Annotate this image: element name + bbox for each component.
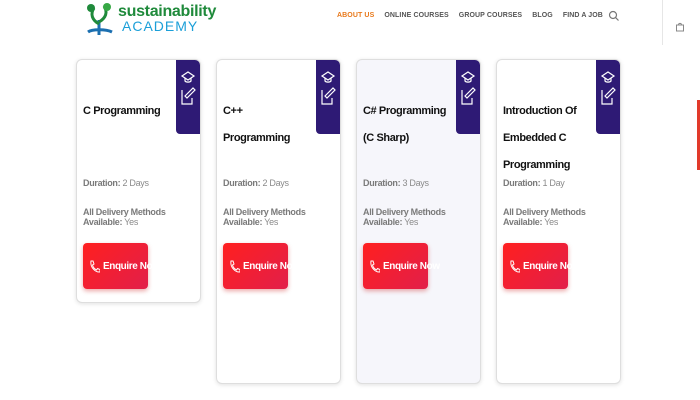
course-card[interactable]: C# Programming (C Sharp) Duration: 3 Day… bbox=[356, 59, 481, 384]
graduation-cap-icon bbox=[460, 71, 476, 105]
graduation-cap-icon bbox=[320, 71, 336, 105]
course-badge bbox=[316, 60, 340, 134]
enquire-now-label: Enquire Now bbox=[383, 260, 440, 272]
enquire-now-button[interactable]: Enquire Now bbox=[503, 243, 580, 289]
course-duration: Duration: 2 Days bbox=[83, 178, 149, 188]
enquire-now-button[interactable]: Enquire Now bbox=[363, 243, 440, 289]
course-delivery: All Delivery Methods Available: Yes bbox=[363, 207, 446, 227]
enquire-now-button[interactable]: Enquire Now bbox=[223, 243, 300, 289]
site-header: sustainability ACADEMY ABOUT US ONLINE C… bbox=[0, 0, 700, 45]
nav-online-courses[interactable]: ONLINE COURSES bbox=[384, 12, 448, 19]
phone-icon bbox=[230, 260, 240, 273]
graduation-cap-icon bbox=[600, 71, 616, 105]
main-nav: ABOUT US ONLINE COURSES GROUP COURSES BL… bbox=[337, 12, 613, 19]
course-title: C# Programming (C Sharp) bbox=[363, 105, 447, 144]
course-title: C Programming bbox=[83, 105, 161, 117]
nav-find-a-job[interactable]: FIND A JOB bbox=[563, 12, 603, 19]
logo-text-secondary: ACADEMY bbox=[122, 18, 199, 34]
logo-tree-icon bbox=[87, 3, 113, 35]
course-badge bbox=[456, 60, 480, 134]
enquire-now-label: Enquire Now bbox=[243, 260, 300, 272]
nav-group-courses[interactable]: GROUP COURSES bbox=[459, 12, 522, 19]
enquire-now-button[interactable]: Enquire Now bbox=[83, 243, 160, 289]
course-title: C++ Programming bbox=[223, 105, 291, 144]
course-delivery: All Delivery Methods Available: Yes bbox=[503, 207, 586, 227]
course-badge bbox=[176, 60, 200, 134]
phone-icon bbox=[90, 260, 100, 273]
course-badge bbox=[596, 60, 620, 134]
search-icon[interactable] bbox=[608, 10, 620, 22]
graduation-cap-icon bbox=[180, 71, 196, 105]
cart-icon[interactable] bbox=[675, 22, 685, 32]
course-duration: Duration: 2 Days bbox=[223, 178, 289, 188]
course-delivery: All Delivery Methods Available: Yes bbox=[223, 207, 306, 227]
nav-blog[interactable]: BLOG bbox=[532, 12, 553, 19]
header-divider bbox=[662, 0, 663, 45]
phone-icon bbox=[510, 260, 520, 273]
enquire-now-label: Enquire Now bbox=[103, 260, 160, 272]
site-logo[interactable]: sustainability ACADEMY bbox=[82, 2, 222, 36]
course-duration: Duration: 1 Day bbox=[503, 178, 565, 188]
course-duration: Duration: 3 Days bbox=[363, 178, 429, 188]
enquire-now-label: Enquire Now bbox=[523, 260, 580, 272]
phone-icon bbox=[370, 260, 380, 273]
course-delivery: All Delivery Methods Available: Yes bbox=[83, 207, 166, 227]
course-card[interactable]: C Programming Duration: 2 Days All Deliv… bbox=[76, 59, 201, 303]
nav-about-us[interactable]: ABOUT US bbox=[337, 12, 374, 19]
course-title: Introduction Of Embedded C Programming bbox=[503, 105, 577, 171]
course-card[interactable]: C++ Programming Duration: 2 Days All Del… bbox=[216, 59, 341, 384]
course-card[interactable]: Introduction Of Embedded C Programming D… bbox=[496, 59, 621, 384]
